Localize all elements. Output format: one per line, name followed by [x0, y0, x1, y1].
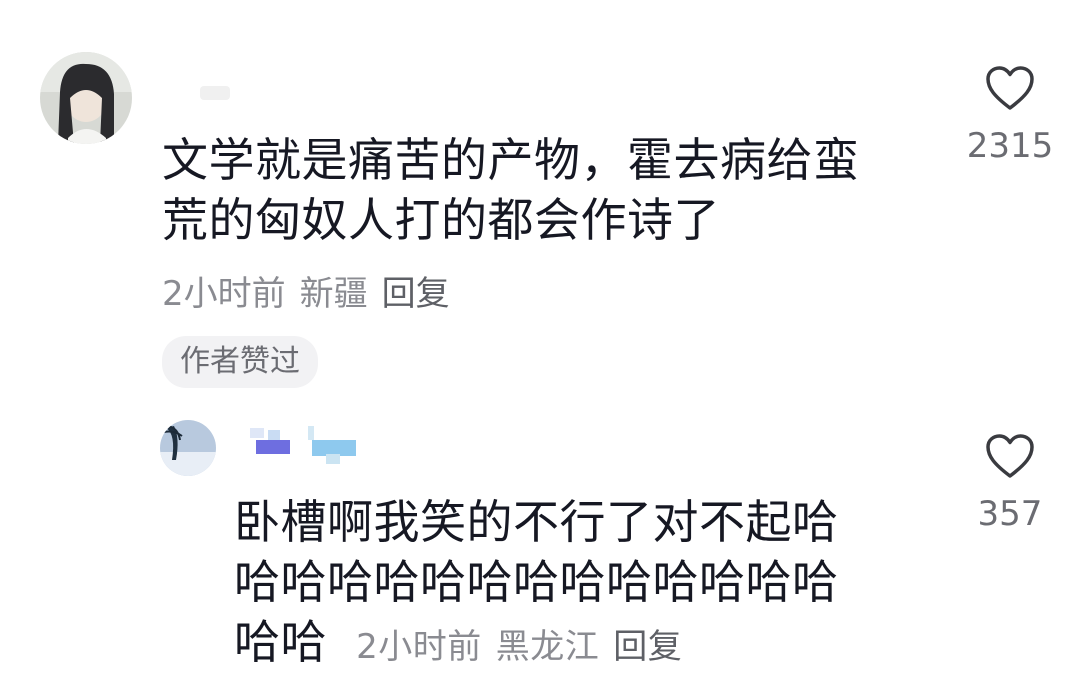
like-button[interactable]: 357 [950, 432, 1070, 534]
comment-time: 2小时前 [356, 627, 482, 667]
comment-meta: 2小时前 黑龙江 回复 [356, 627, 696, 667]
reply-button[interactable]: 回复 [613, 627, 682, 667]
comment-text-line: 哈哈哈哈哈哈哈哈哈哈哈哈哈 [234, 555, 839, 609]
heart-outline-icon [986, 66, 1034, 110]
avatar[interactable] [160, 420, 216, 476]
like-count: 2315 [966, 126, 1054, 166]
like-count: 357 [977, 494, 1043, 534]
like-button[interactable]: 2315 [950, 64, 1070, 166]
username-redacted[interactable] [240, 424, 360, 464]
reply-comment-item: 卧槽啊我笑的不行了对不起哈 哈哈哈哈哈哈哈哈哈哈哈哈哈 哈哈 2小时前 黑龙江 回复… [0, 400, 1080, 696]
comment-text-line: 哈哈 [234, 615, 327, 669]
author-liked-badge: 作者赞过 [162, 336, 318, 388]
reply-button[interactable]: 回复 [382, 274, 450, 314]
comment-meta: 2小时前 新疆 回复 [162, 272, 464, 316]
comment-text-line: 荒的匈奴人打的都会作诗了 [162, 193, 720, 247]
comment-text-line: 文学就是痛苦的产物，霍去病给蛮 [162, 133, 860, 187]
heart-outline-icon [986, 434, 1034, 478]
comment-text-line: 卧槽啊我笑的不行了对不起哈 [234, 495, 839, 549]
avatar[interactable] [40, 52, 132, 144]
comment-text: 文学就是痛苦的产物，霍去病给蛮 荒的匈奴人打的都会作诗了 [162, 130, 952, 250]
comment-item: 文学就是痛苦的产物，霍去病给蛮 荒的匈奴人打的都会作诗了 2小时前 新疆 回复 作者… [0, 0, 1080, 400]
comment-location: 黑龙江 [495, 627, 600, 667]
username-redacted[interactable] [200, 86, 230, 100]
comment-location: 新疆 [299, 274, 368, 314]
comment-time: 2小时前 [162, 274, 286, 314]
comment-text: 卧槽啊我笑的不行了对不起哈 哈哈哈哈哈哈哈哈哈哈哈哈哈 哈哈 2小时前 黑龙江 回复 [234, 492, 924, 672]
